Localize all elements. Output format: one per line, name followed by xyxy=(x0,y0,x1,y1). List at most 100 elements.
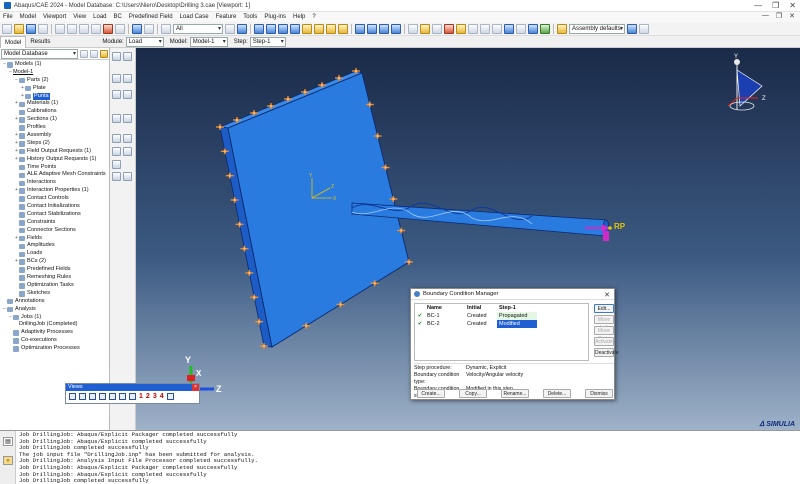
tool-j-icon[interactable] xyxy=(540,23,550,34)
create-load-icon[interactable] xyxy=(112,52,121,61)
menu-help[interactable]: Help xyxy=(293,14,305,20)
view-front-icon[interactable] xyxy=(69,393,76,400)
tree-item[interactable]: Calibrations xyxy=(0,108,109,116)
menu-view[interactable]: View xyxy=(73,14,86,20)
tree-item[interactable]: + History Output Requests (1) xyxy=(0,156,109,164)
table-row[interactable]: ✔ BC-2 Created Modified xyxy=(415,320,537,328)
save-icon[interactable] xyxy=(26,23,36,34)
auto-fit-icon[interactable] xyxy=(103,23,113,34)
remove-selected-icon[interactable] xyxy=(338,23,348,34)
bc-manager-icon[interactable] xyxy=(123,74,132,83)
active-check-icon[interactable]: ✔ xyxy=(415,320,425,328)
inner-minimize-button[interactable]: — xyxy=(762,12,769,20)
tab-results[interactable]: Results xyxy=(26,36,54,48)
select-arrow-icon[interactable] xyxy=(161,23,171,34)
tree-item[interactable]: + Interaction Properties (1) xyxy=(0,187,109,195)
tree-item[interactable]: Co-executions xyxy=(0,337,109,345)
tree-item[interactable]: Contact Initializations xyxy=(0,203,109,211)
module-select[interactable]: Load xyxy=(125,36,164,47)
selection-options-icon[interactable] xyxy=(225,23,235,34)
tree-filter-icon[interactable] xyxy=(80,49,88,58)
tree-item[interactable]: Constraints xyxy=(0,219,109,227)
tree-item[interactable]: + Materials (1) xyxy=(0,100,109,108)
tree-item[interactable]: + Punta xyxy=(0,92,109,101)
tree-item[interactable]: Predefined Fields xyxy=(0,266,109,274)
view-iso-icon[interactable] xyxy=(129,393,136,400)
menu-whats-this[interactable]: ? xyxy=(312,14,315,20)
delete-button[interactable]: Delete... xyxy=(543,389,571,398)
bc-step1-status[interactable]: Modified xyxy=(497,320,537,328)
tree-item[interactable]: Connector Sections xyxy=(0,227,109,235)
model-select[interactable]: Model-1 xyxy=(189,36,228,47)
query-icon[interactable] xyxy=(132,23,142,34)
render-filled-icon[interactable] xyxy=(278,23,288,34)
rename-button[interactable]: Rename... xyxy=(501,389,529,398)
tree-item[interactable]: Adaptivity Processes xyxy=(0,329,109,337)
magnify-icon[interactable] xyxy=(79,23,89,34)
menu-feature[interactable]: Feature xyxy=(216,14,237,20)
tree-item[interactable]: + Plate xyxy=(0,85,109,93)
views-close-icon[interactable]: × xyxy=(192,384,199,391)
view-back-icon[interactable] xyxy=(79,393,86,400)
tree-item[interactable]: + Fields xyxy=(0,235,109,243)
tree-item[interactable]: Contact Stabilizations xyxy=(0,211,109,219)
assembly-display-icon[interactable] xyxy=(557,23,567,34)
menu-predefined-field[interactable]: Predefined Field xyxy=(129,14,173,20)
field-manager-icon[interactable] xyxy=(123,134,132,143)
color-code-icon[interactable] xyxy=(302,23,312,34)
dialog-close-icon[interactable]: ✕ xyxy=(604,291,610,299)
tree-item[interactable]: − Parts (2) xyxy=(0,77,109,85)
menu-file[interactable]: File xyxy=(3,14,13,20)
maximize-button[interactable]: ❐ xyxy=(772,1,779,10)
assembly-display-select[interactable]: Assembly defaults xyxy=(569,23,625,34)
inner-restore-button[interactable]: ❐ xyxy=(776,12,782,20)
print-icon[interactable] xyxy=(38,23,48,34)
datum-manager-icon[interactable] xyxy=(123,172,132,181)
message-area-icon[interactable]: ▤ xyxy=(3,437,13,446)
pan-icon[interactable] xyxy=(55,23,65,34)
render-hidden-icon[interactable] xyxy=(266,23,276,34)
tree-item[interactable]: − Jobs (1) xyxy=(0,314,109,322)
edit-button[interactable]: Edit... xyxy=(594,304,614,313)
tree-item[interactable]: Sketches xyxy=(0,290,109,298)
tree-item[interactable]: Contact Controls xyxy=(0,195,109,203)
tool-e-icon[interactable] xyxy=(456,23,466,34)
activate-button[interactable]: Activate xyxy=(594,337,614,346)
tree-expand-icon[interactable] xyxy=(90,49,98,58)
dismiss-button[interactable]: Dismiss xyxy=(585,389,613,398)
create-predefined-field-icon[interactable] xyxy=(112,90,121,99)
render-shaded-icon[interactable] xyxy=(290,23,300,34)
menu-bc[interactable]: BC xyxy=(114,14,122,20)
tool-h-icon[interactable] xyxy=(516,23,526,34)
tree-item[interactable]: DrillingJob (Completed) xyxy=(0,321,109,329)
view-front-icon[interactable] xyxy=(367,23,377,34)
command-line-icon[interactable]: » xyxy=(3,456,13,465)
tree-item[interactable]: + Steps (2) xyxy=(0,140,109,148)
tree-item[interactable]: + Field Output Requests (1) xyxy=(0,148,109,156)
selection-filter-select[interactable]: All xyxy=(173,23,223,34)
view-iso-icon[interactable] xyxy=(355,23,365,34)
create-amplitude-icon[interactable] xyxy=(112,147,121,156)
menu-model[interactable]: Model xyxy=(20,14,36,20)
view-bottom-icon[interactable] xyxy=(99,393,106,400)
amplitude-manager-icon[interactable] xyxy=(123,147,132,156)
copy-button[interactable]: Copy... xyxy=(459,389,487,398)
tool-b-icon[interactable] xyxy=(420,23,430,34)
view-left-icon[interactable] xyxy=(391,23,401,34)
move-right-button[interactable]: Move Right xyxy=(594,326,614,342)
tool-c-icon[interactable] xyxy=(432,23,442,34)
tree-item[interactable]: Interactions xyxy=(0,179,109,187)
select-icon[interactable] xyxy=(237,23,247,34)
create-button[interactable]: Create... xyxy=(417,389,445,398)
tree-item[interactable]: + Sections (1) xyxy=(0,116,109,124)
active-check-icon[interactable]: ✔ xyxy=(415,312,425,320)
tree-item[interactable]: + Assembly xyxy=(0,132,109,140)
view-top-icon[interactable] xyxy=(379,23,389,34)
move-left-button[interactable]: Move Left xyxy=(594,315,614,331)
tree-item[interactable]: Annotations xyxy=(0,298,109,306)
user-view-2-button[interactable]: 2 xyxy=(146,393,150,400)
create-load-case-icon[interactable] xyxy=(112,114,121,123)
close-button[interactable]: ✕ xyxy=(789,1,796,10)
load-manager-icon[interactable] xyxy=(123,52,132,61)
tree-item[interactable]: Optimization Tasks xyxy=(0,282,109,290)
